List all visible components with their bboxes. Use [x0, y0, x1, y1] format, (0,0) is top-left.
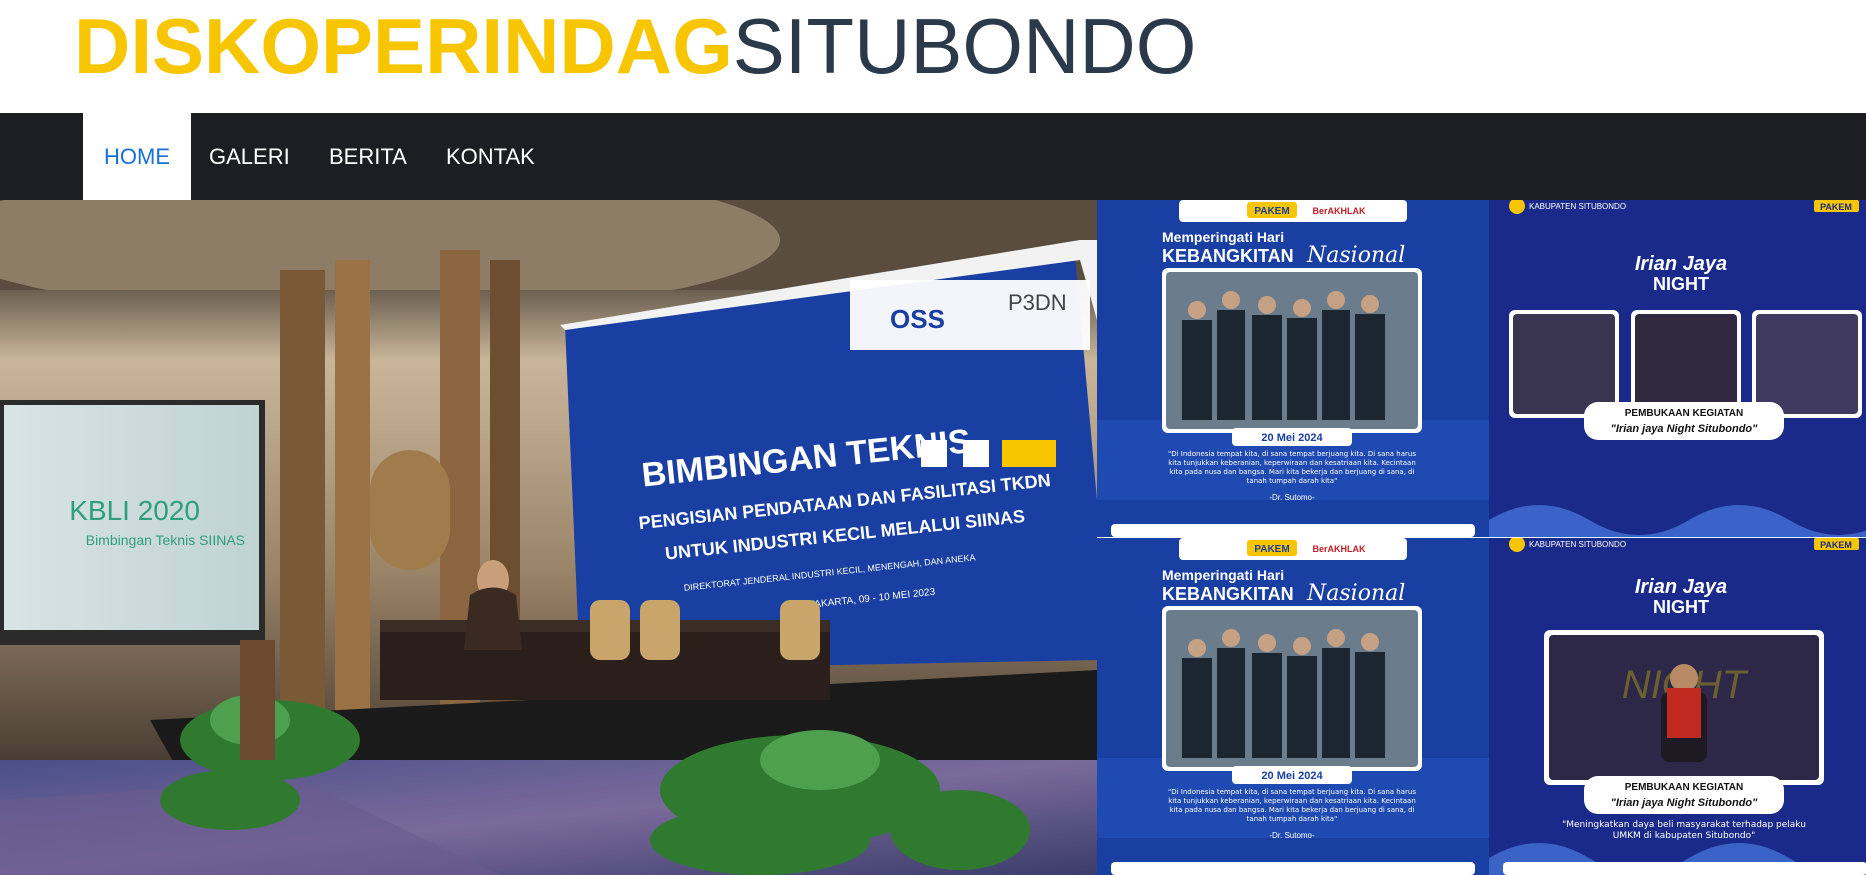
badge-berakhlak: BerAKHLAK	[1312, 544, 1366, 554]
main-nav: HOME GALERI BERITA KONTAK	[0, 113, 1866, 200]
irian-org: KABUPATEN SITUBONDO	[1529, 540, 1626, 549]
screen-subtitle: Bimbingan Teknis SIINAS	[86, 532, 245, 548]
site-header: DISKOPERINDAGSITUBONDO	[0, 0, 1866, 113]
slider-dot-2[interactable]	[963, 440, 989, 467]
screen-title: KBLI 2020	[69, 495, 200, 526]
kebangkitan-heading2: KEBANGKITAN	[1162, 246, 1294, 266]
kebangkitan-quote: "Di Indonesia tempat kita, di sana tempa…	[1167, 450, 1416, 485]
badge-pakem: PAKEM	[1254, 544, 1289, 555]
irian-title1: Irian Jaya	[1635, 253, 1727, 275]
slider-dot-3[interactable]	[1002, 440, 1056, 467]
hero-slide-image: KBLI 2020 Bimbingan Teknis SIINAS OSS P3…	[0, 200, 1097, 875]
logo-part-diskoperindag: DISKOPERINDAG	[74, 2, 733, 90]
banner-logo-oss: OSS	[890, 304, 945, 334]
irian-badge: PAKEM	[1820, 202, 1852, 212]
irian-org: KABUPATEN SITUBONDO	[1529, 202, 1626, 211]
irian-badge: PAKEM	[1820, 540, 1852, 550]
banner-logo-p3dn: P3DN	[1008, 290, 1067, 315]
gallery-item-kebangkitan-2[interactable]: PAKEM BerAKHLAK Memperingati Hari KEBANG…	[1097, 538, 1489, 875]
kebangkitan-date: 20 Mei 2024	[1261, 770, 1323, 782]
kebangkitan-date: 20 Mei 2024	[1261, 432, 1323, 444]
irian-title1: Irian Jaya	[1635, 576, 1727, 598]
kebangkitan-quote-author: -Dr. Sutomo-	[1269, 831, 1315, 840]
irian-caption1: PEMBUKAAN KEGIATAN	[1625, 782, 1744, 793]
kebangkitan-quote-author: -Dr. Sutomo-	[1269, 493, 1315, 502]
gallery-grid: PAKEM BerAKHLAK Memperingati Hari KEBANG…	[1097, 200, 1866, 875]
badge-berakhlak: BerAKHLAK	[1312, 206, 1366, 216]
nav-berita[interactable]: BERITA	[308, 113, 428, 200]
irian-caption2: "Irian jaya Night Situbondo"	[1611, 797, 1758, 809]
irian-caption1: PEMBUKAAN KEGIATAN	[1625, 408, 1744, 419]
kebangkitan-heading1: Memperingati Hari	[1162, 567, 1284, 583]
nav-home[interactable]: HOME	[83, 113, 191, 200]
nav-galeri[interactable]: GALERI	[188, 113, 311, 200]
site-logo[interactable]: DISKOPERINDAGSITUBONDO	[74, 2, 1196, 90]
kebangkitan-heading1: Memperingati Hari	[1162, 229, 1284, 245]
kebangkitan-heading3: Nasional	[1306, 243, 1405, 268]
kebangkitan-heading2: KEBANGKITAN	[1162, 584, 1294, 604]
irian-tagline: "Meningkatkan daya beli masyarakat terha…	[1562, 820, 1806, 841]
gallery-item-kebangkitan-1[interactable]: PAKEM BerAKHLAK Memperingati Hari KEBANG…	[1097, 200, 1489, 537]
hero-slider[interactable]: KBLI 2020 Bimbingan Teknis SIINAS OSS P3…	[0, 200, 1097, 875]
badge-pakem: PAKEM	[1254, 206, 1289, 217]
irian-title2: NIGHT	[1653, 597, 1709, 617]
nav-kontak[interactable]: KONTAK	[425, 113, 556, 200]
irian-caption2: "Irian jaya Night Situbondo"	[1611, 423, 1758, 435]
kebangkitan-quote: "Di Indonesia tempat kita, di sana tempa…	[1167, 788, 1416, 823]
gallery-item-irian-2[interactable]: KABUPATEN SITUBONDO PAKEM Irian Jaya NIG…	[1489, 538, 1866, 875]
logo-part-situbondo: SITUBONDO	[732, 2, 1197, 90]
kebangkitan-heading3: Nasional	[1306, 581, 1405, 606]
gallery-item-irian-1[interactable]: KABUPATEN SITUBONDO PAKEM Irian Jaya NIG…	[1489, 200, 1866, 537]
slider-dot-1[interactable]	[921, 440, 947, 467]
irian-title2: NIGHT	[1653, 274, 1709, 294]
